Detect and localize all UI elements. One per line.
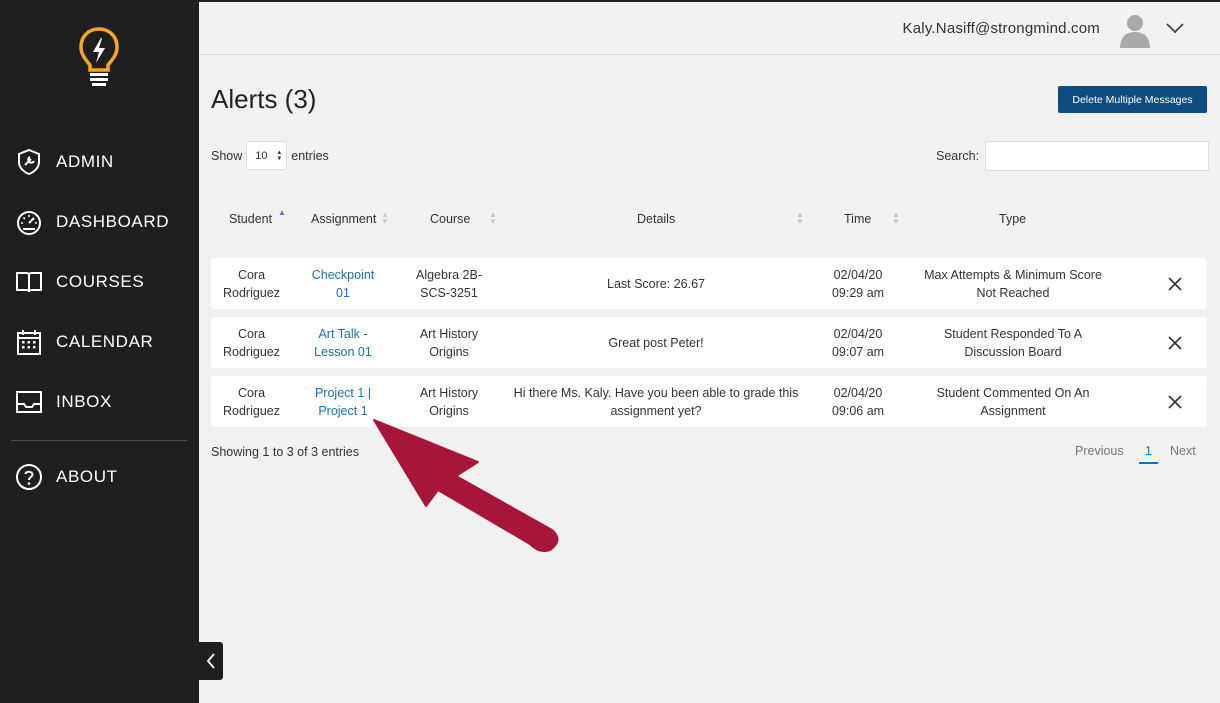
column-header-time[interactable]: Time [844,212,871,226]
annotation-arrow [373,419,559,553]
sort-icon: ▲ ▼ [381,210,389,226]
course-cell: Art History Origins [419,326,479,359]
table-row: Cora Rodriguez Project 1 | Project 1 Art H… [211,376,1207,427]
delete-multiple-messages-button[interactable]: Delete Multiple Messages [1058,86,1207,113]
pagination-next[interactable]: Next [1170,444,1196,458]
student-cell: Cora Rodriguez [223,267,280,300]
entries-select-value: 10 [255,149,268,162]
sidebar-item-about[interactable]: ABOUT [15,461,118,493]
chevron-left-icon [206,653,215,669]
sidebar-item-dashboard[interactable]: DASHBOARD [15,206,169,238]
open-book-icon [15,268,43,296]
search-label: Search: [936,149,980,163]
time-cell: 02/04/20 09:07 am [831,326,885,359]
assignment-link[interactable]: Checkpoint 01 [297,258,389,309]
type-cell: Max Attempts & Minimum Score Not Reached [924,267,1102,300]
type-cell: Student Responded To A Discussion Board [943,326,1083,359]
column-header-assignment[interactable]: Assignment [311,212,376,226]
sidebar-item-label: ADMIN [56,152,114,171]
details-cell: Last Score: 26.67 [607,276,705,291]
sidebar: ADMIN DASHBOARD COURSES CALENDAR INBOX A… [0,0,199,703]
table-row: Cora Rodriguez Art Talk - Lesson 01 Art Hi… [211,317,1207,368]
show-entries-control: Show 10 ▲ ▼ entries [211,141,329,170]
calendar-icon [15,328,43,356]
sort-icon: ▲ ▼ [796,210,804,226]
sidebar-item-label: DASHBOARD [56,212,170,231]
column-header-type[interactable]: Type [999,212,1026,226]
column-header-course[interactable]: Course [430,212,470,226]
student-cell: Cora Rodriguez [223,385,280,418]
select-arrows-icon: ▲ ▼ [276,150,283,162]
time-cell: 02/04/20 09:06 am [831,385,885,418]
chevron-down-icon[interactable] [1165,21,1185,35]
sidebar-item-calendar[interactable]: CALENDAR [15,326,153,358]
column-header-details[interactable]: Details [637,212,675,226]
sidebar-item-label: COURSES [56,272,145,291]
type-cell: Student Commented On An Assignment [936,385,1090,418]
assignment-link[interactable]: Art Talk - Lesson 01 [297,317,389,368]
close-icon[interactable] [1167,276,1183,292]
entries-label: entries [291,148,329,163]
time-cell: 02/04/20 09:29 am [831,267,885,300]
sidebar-item-label: ABOUT [56,467,118,486]
table-row: Cora Rodriguez Checkpoint 01 Algebra 2B- SC… [211,258,1207,309]
admin-shield-wrench-icon [15,148,43,176]
sidebar-collapse-button[interactable] [198,642,223,680]
user-email: Kaly.Nasiff@strongmind.com [902,20,1100,37]
student-cell: Cora Rodriguez [223,326,280,359]
pagination-previous[interactable]: Previous [1075,444,1124,458]
sidebar-item-admin[interactable]: ADMIN [15,146,114,178]
pagination-page-1[interactable]: 1 [1139,444,1158,464]
sidebar-item-courses[interactable]: COURSES [15,266,144,298]
sidebar-item-label: INBOX [56,392,112,411]
lightbulb-logo [79,27,119,86]
gauge-icon [15,208,43,236]
column-header-student[interactable]: Student [229,212,272,226]
show-label: Show [211,148,243,163]
search-control: Search: [936,141,1210,171]
entries-per-page-select[interactable]: 10 ▲ ▼ [246,141,288,170]
sidebar-item-inbox[interactable]: INBOX [15,386,112,418]
avatar-icon[interactable] [1118,12,1152,48]
page-title: Alerts (3) [211,84,317,114]
question-circle-icon [15,463,43,491]
search-input[interactable] [985,141,1210,171]
details-cell: Hi there Ms. Kaly. Have you been able to… [513,385,799,418]
close-icon[interactable] [1167,394,1183,410]
assignment-link[interactable]: Project 1 | Project 1 [297,376,389,427]
top-bar: Kaly.Nasiff@strongmind.com [199,0,1220,55]
inbox-tray-icon [15,388,43,416]
details-cell: Great post Peter! [608,335,704,350]
sort-icon: ▲ ▼ [892,210,900,226]
sort-asc-icon: ▲ [278,208,286,217]
sidebar-item-label: CALENDAR [56,332,154,351]
table-info: Showing 1 to 3 of 3 entries [211,445,360,459]
course-cell: Algebra 2B- SCS-3251 [415,267,482,300]
sidebar-divider [11,440,187,441]
close-icon[interactable] [1167,335,1183,351]
course-cell: Art History Origins [419,385,479,418]
sort-icon: ▲ ▼ [489,210,497,226]
